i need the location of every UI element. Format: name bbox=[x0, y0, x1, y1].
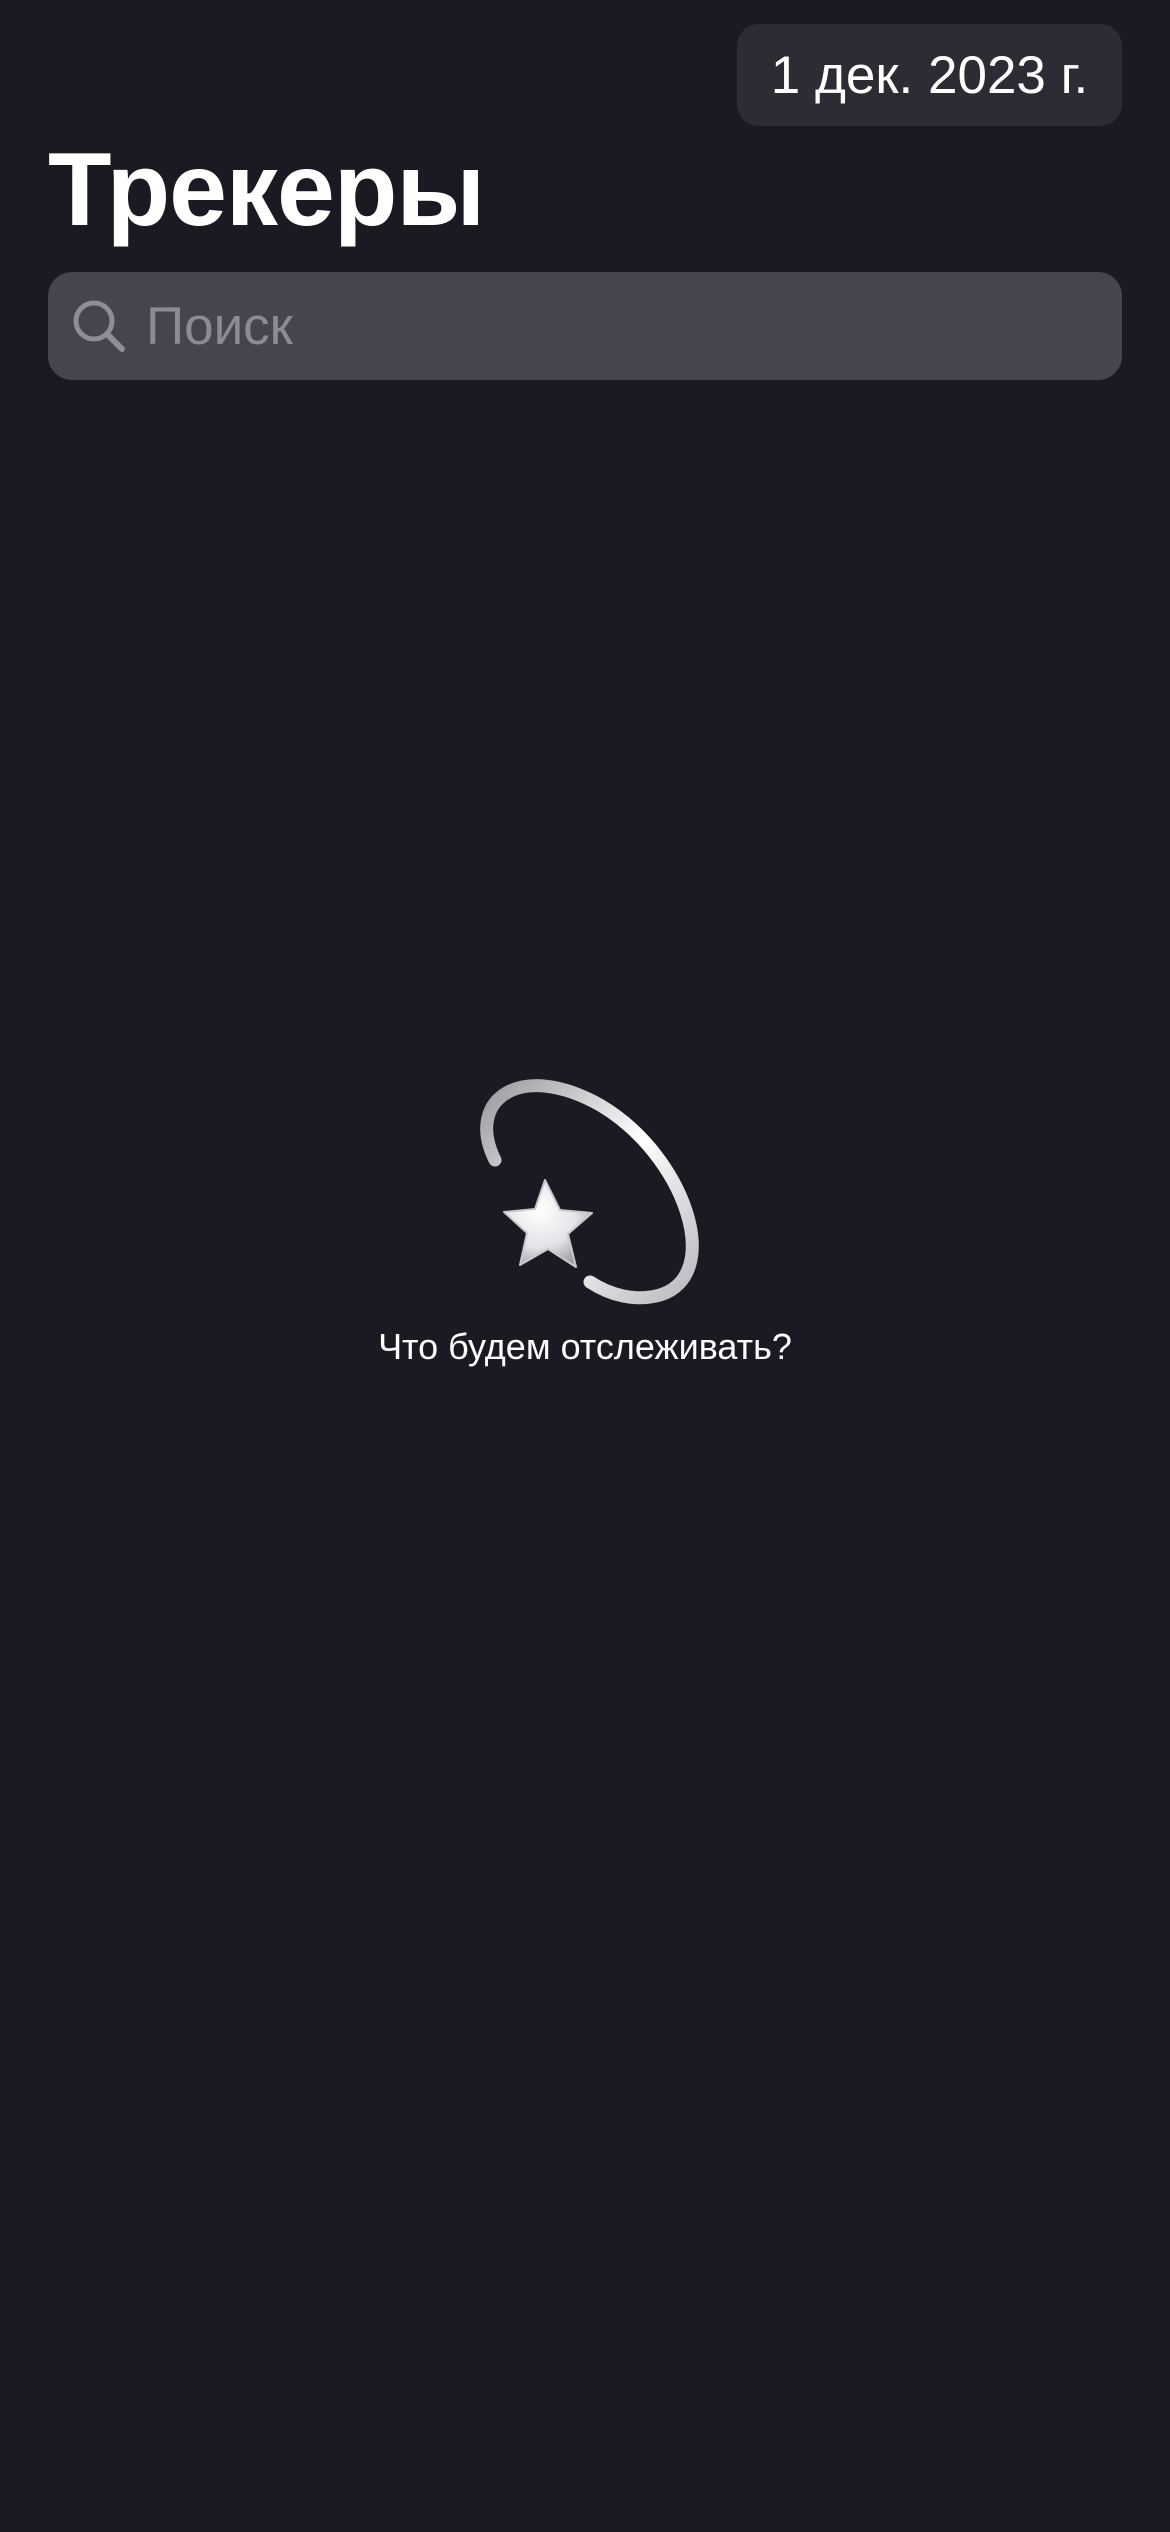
search-icon bbox=[70, 297, 128, 355]
date-picker-button[interactable]: 1 дек. 2023 г. bbox=[737, 24, 1122, 126]
page-title: Трекеры bbox=[48, 132, 485, 248]
empty-state: Что будем отслеживать? bbox=[0, 1060, 1170, 1368]
empty-state-text: Что будем отслеживать? bbox=[378, 1326, 792, 1367]
search-bar[interactable] bbox=[48, 272, 1122, 380]
date-label: 1 дек. 2023 г. bbox=[770, 45, 1089, 105]
dizzy-star-icon bbox=[460, 1060, 710, 1310]
search-input[interactable] bbox=[144, 285, 1122, 367]
